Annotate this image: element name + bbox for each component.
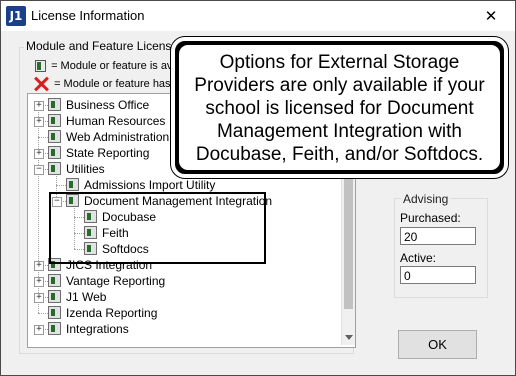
tree-item-label: State Reporting [66, 146, 150, 160]
legend-unlicensed-text: = Module or feature has n [54, 77, 180, 90]
group-title: Module and Feature Licenses [24, 39, 187, 53]
tree-item-label: Vantage Reporting [66, 274, 166, 288]
tree-item-label: Business Office [66, 98, 150, 112]
tree-item-label: Utilities [66, 162, 105, 176]
tree-item-label: Integrations [66, 322, 129, 336]
licensed-module-icon [48, 306, 61, 319]
app-logo-icon: J1 [6, 6, 26, 26]
expand-plus-icon[interactable]: + [34, 149, 44, 159]
tree-item-label: J1 Web [66, 290, 107, 304]
licensed-module-icon [48, 114, 61, 127]
licensed-module-icon [35, 60, 46, 73]
active-label: Active: [400, 251, 437, 265]
expand-plus-icon[interactable]: + [34, 277, 44, 287]
expand-plus-icon[interactable]: + [34, 325, 44, 335]
tree-item[interactable]: Admissions Import Utility [28, 177, 338, 193]
highlight-box [49, 192, 266, 264]
tree-item-label: Web Administration [66, 130, 170, 144]
legend-licensed: = Module or feature is ava [35, 60, 179, 73]
tree-item-label: Human Resources [66, 114, 166, 128]
tree-item[interactable]: Izenda Reporting [28, 305, 338, 321]
window-title: License Information [31, 8, 145, 23]
licensed-module-icon [48, 130, 61, 143]
expand-plus-icon[interactable]: + [34, 117, 44, 127]
licensed-module-icon [48, 322, 61, 335]
licensed-module-icon [66, 178, 79, 191]
tree-item-label: Izenda Reporting [66, 306, 158, 320]
licensed-module-icon [48, 146, 61, 159]
callout-note: Options for External Storage Providers a… [171, 37, 508, 178]
expand-plus-icon[interactable]: + [34, 101, 44, 111]
tree-item-label: Admissions Import Utility [84, 178, 216, 192]
active-field[interactable]: 0 [400, 266, 476, 284]
collapse-minus-icon[interactable]: − [34, 165, 44, 175]
expand-plus-icon[interactable]: + [34, 293, 44, 303]
unlicensed-x-icon [33, 76, 49, 92]
legend-licensed-text: = Module or feature is ava [51, 60, 179, 72]
callout-text: Options for External Storage Providers a… [179, 45, 500, 170]
licensed-module-icon [48, 274, 61, 287]
tree-item[interactable]: + J1 Web [28, 289, 338, 305]
ok-button[interactable]: OK [398, 330, 477, 359]
licensed-module-icon [48, 162, 61, 175]
scroll-down-arrow-icon[interactable] [345, 335, 353, 340]
close-button[interactable]: ✕ [471, 3, 511, 29]
advising-title: Advising [401, 192, 451, 206]
purchased-field[interactable]: 20 [400, 227, 476, 245]
expand-plus-icon[interactable]: + [34, 261, 44, 271]
legend-unlicensed: = Module or feature has n [33, 76, 180, 92]
purchased-label: Purchased: [400, 211, 461, 225]
tree-item[interactable]: + Vantage Reporting [28, 273, 338, 289]
licensed-module-icon [48, 290, 61, 303]
licensed-module-icon [48, 98, 61, 111]
title-bar: J1 License Information ✕ [1, 1, 515, 31]
tree-item[interactable]: + Integrations [28, 321, 338, 337]
